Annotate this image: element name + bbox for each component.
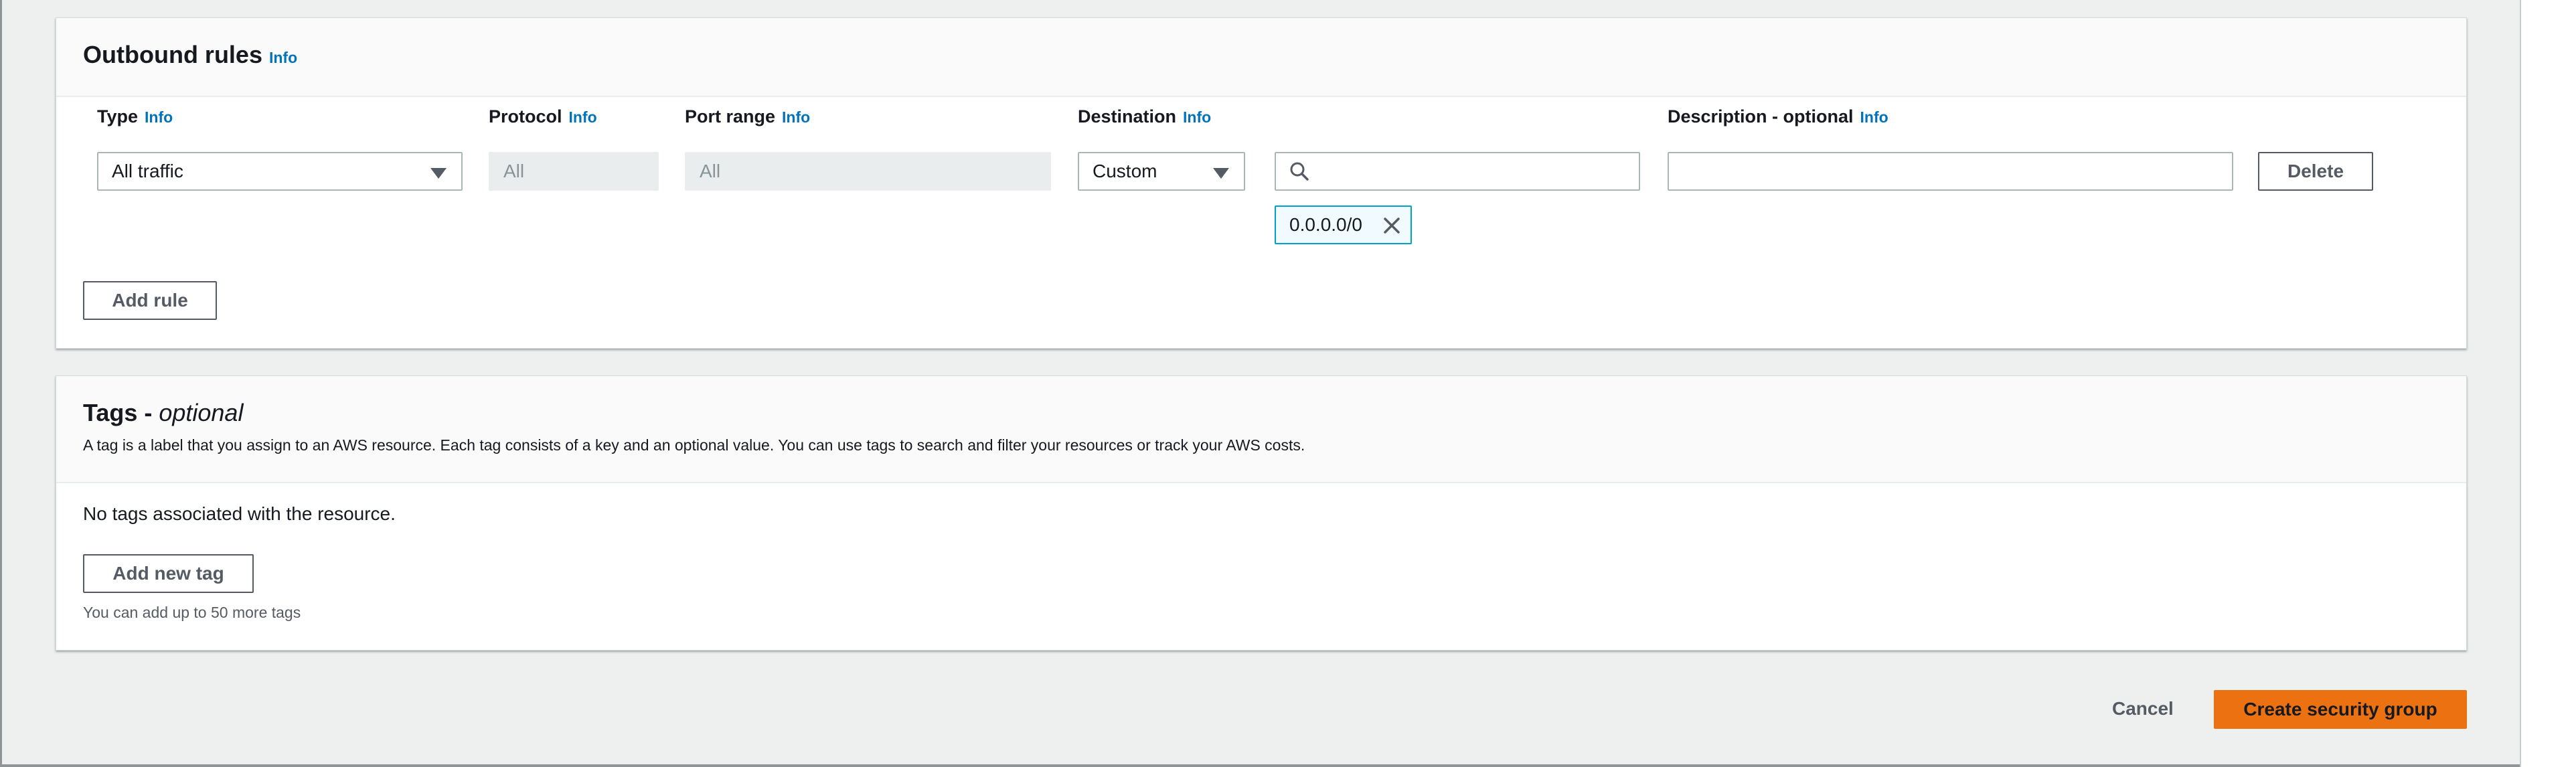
no-tags-text: No tags associated with the resource.: [83, 503, 396, 524]
protocol-field: All: [489, 152, 659, 191]
tags-title-text: Tags -: [83, 399, 159, 426]
tags-header: Tags - optional A tag is a label that yo…: [56, 376, 2466, 483]
destination-column-label: Destination Info: [1078, 106, 1211, 127]
tags-panel: Tags - optional A tag is a label that yo…: [56, 375, 2467, 651]
protocol-label: Protocol: [489, 106, 562, 126]
add-new-tag-button[interactable]: Add new tag: [83, 554, 254, 593]
create-security-group-button[interactable]: Create security group: [2214, 690, 2467, 729]
scrollbar-track[interactable]: [2520, 0, 2576, 767]
destination-token: 0.0.0.0/0: [1275, 205, 1412, 244]
delete-rule-button[interactable]: Delete: [2258, 152, 2373, 191]
destination-select-value: Custom: [1093, 161, 1157, 181]
protocol-column-label: Protocol Info: [489, 106, 597, 127]
type-select-value: All traffic: [112, 161, 183, 181]
tags-description: A tag is a label that you assign to an A…: [83, 436, 1305, 454]
destination-search-input[interactable]: [1275, 152, 1640, 191]
description-label: Description - optional: [1668, 106, 1854, 126]
type-column-label: Type Info: [97, 106, 173, 127]
description-column-label: Description - optional Info: [1668, 106, 1888, 127]
close-icon[interactable]: [1382, 216, 1401, 235]
outbound-rules-header: Outbound rules Info: [56, 18, 2466, 97]
tags-limit-text: You can add up to 50 more tags: [83, 604, 301, 621]
port-range-field: All: [685, 152, 1051, 191]
type-info-link[interactable]: Info: [145, 108, 173, 126]
chevron-down-icon: [430, 168, 447, 179]
type-select[interactable]: All traffic: [97, 152, 463, 191]
destination-select[interactable]: Custom: [1078, 152, 1245, 191]
outbound-rules-panel: Outbound rules Info Type Info Protocol Info…: [56, 17, 2467, 349]
cancel-button[interactable]: Cancel: [2112, 698, 2174, 719]
port-range-value: All: [700, 161, 721, 181]
destination-token-value: 0.0.0.0/0: [1289, 214, 1362, 235]
window-frame-bottom: [0, 764, 2576, 767]
type-label: Type: [97, 106, 139, 126]
description-info-link[interactable]: Info: [1860, 108, 1888, 126]
protocol-info-link[interactable]: Info: [569, 108, 597, 126]
chevron-down-icon: [1213, 168, 1229, 179]
port-range-info-link[interactable]: Info: [782, 108, 810, 126]
outbound-rules-title-text: Outbound rules: [83, 41, 262, 68]
port-range-column-label: Port range Info: [685, 106, 810, 127]
tags-title-optional: optional: [159, 399, 244, 426]
destination-label: Destination: [1078, 106, 1177, 126]
outbound-rules-title: Outbound rules Info: [83, 41, 297, 69]
add-rule-button[interactable]: Add rule: [83, 281, 217, 320]
window-frame-left: [0, 0, 2, 767]
port-range-label: Port range: [685, 106, 776, 126]
search-icon: [1290, 162, 1309, 181]
description-input[interactable]: [1668, 152, 2233, 191]
outbound-rules-info-link[interactable]: Info: [269, 49, 297, 66]
destination-info-link[interactable]: Info: [1183, 108, 1211, 126]
tags-title: Tags - optional: [83, 399, 243, 427]
protocol-value: All: [503, 161, 525, 181]
